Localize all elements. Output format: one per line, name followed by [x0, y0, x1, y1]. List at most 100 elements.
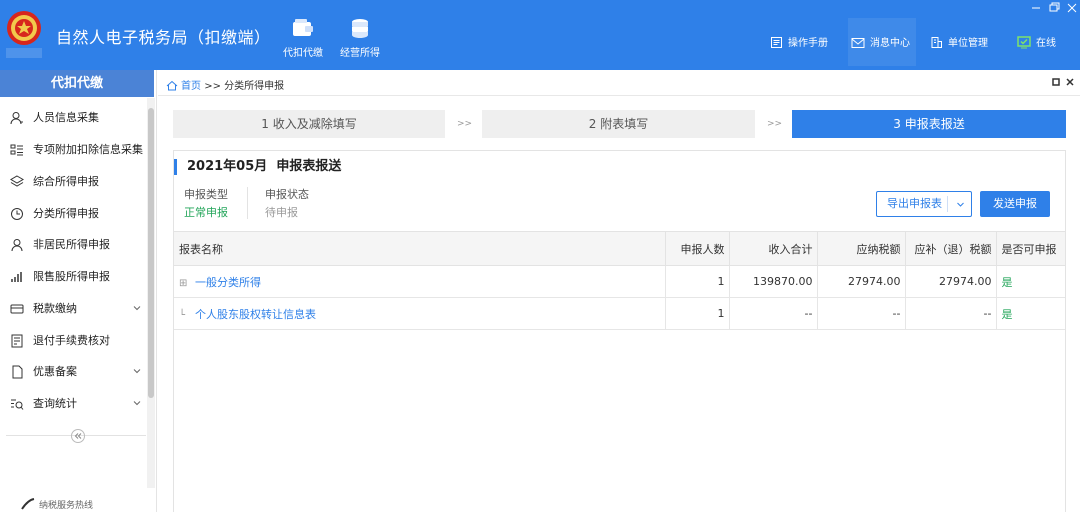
column-header-income: 收入合计: [729, 231, 818, 266]
step-separator: >>: [767, 119, 783, 129]
report-table: 报表名称 申报人数 收入合计 应纳税额 应补（退）税额 是否可申报 ⊞ 一般分类所…: [174, 231, 1065, 330]
cell-tax: --: [817, 297, 906, 330]
step-income-deduction[interactable]: 1 收入及减除填写: [173, 110, 445, 138]
close-button[interactable]: [1064, 1, 1080, 15]
sidebar-item-label: 税款缴纳: [33, 302, 77, 315]
cell-can-declare: 是: [996, 265, 1065, 298]
cell-refund: 27974.00: [905, 265, 997, 298]
square-icon: [1052, 78, 1060, 86]
declaration-type-label: 申报类型: [184, 188, 228, 201]
sidebar-item-label: 查询统计: [33, 397, 77, 410]
phone-logo-icon: [21, 498, 35, 510]
restore-button[interactable]: [1046, 1, 1062, 15]
cell-tax: 27974.00: [817, 265, 906, 298]
wallet-icon: [293, 19, 313, 36]
app-title: 自然人电子税务局（扣缴端）: [56, 28, 271, 47]
sidebar-item-comprehensive-income[interactable]: 综合所得申报: [0, 171, 148, 193]
chevron-down-icon: [133, 401, 141, 406]
report-panel: 2021年05月 申报表报送 申报类型 正常申报 申报状态 待申报 导出申报表 …: [173, 150, 1066, 512]
cell-people: 1: [665, 265, 730, 298]
sidebar-item-refund-fee[interactable]: 退付手续费核对: [0, 330, 148, 352]
restore-icon: [1049, 2, 1060, 12]
bar-chart-icon: [11, 272, 22, 282]
sidebar-item-special-deduction[interactable]: 专项附加扣除信息采集: [0, 139, 148, 161]
sidebar-item-classified-income[interactable]: 分类所得申报: [0, 203, 148, 225]
sidebar-title: 代扣代缴: [0, 70, 154, 97]
breadcrumb-bar: 首页 >> 分类所得申报: [158, 70, 1080, 96]
sidebar-item-label: 非居民所得申报: [33, 238, 110, 251]
scrollbar-thumb[interactable]: [148, 108, 154, 398]
column-header-can-declare: 是否可申报: [996, 231, 1065, 266]
column-header-report-name: 报表名称: [174, 231, 666, 266]
service-hotline-label: 纳税服务热线: [39, 501, 94, 511]
service-hotline: 纳税服务热线: [20, 498, 93, 511]
tree-expand-icon[interactable]: ⊞: [179, 278, 189, 289]
cell-income: --: [729, 297, 818, 330]
table-header-row: 报表名称 申报人数 收入合计 应纳税额 应补（退）税额 是否可申报: [174, 231, 1065, 266]
report-name-link[interactable]: 一般分类所得: [195, 276, 261, 289]
unit-management-link[interactable]: 单位管理: [930, 36, 988, 52]
tree-branch-icon: └: [179, 309, 186, 321]
step-attachment[interactable]: 2 附表填写: [482, 110, 755, 138]
sidebar-item-label: 人员信息采集: [33, 111, 99, 124]
breadcrumb-current: 分类所得申报: [224, 81, 285, 92]
online-status[interactable]: 在线: [1017, 36, 1056, 52]
breadcrumb-separator: >>: [204, 81, 221, 92]
tax-emblem-logo: [4, 6, 44, 62]
sidebar-item-preferential-filing[interactable]: 优惠备案: [0, 361, 148, 383]
chevron-down-icon: [957, 202, 964, 207]
cell-people: 1: [665, 297, 730, 330]
chevron-down-icon: [133, 369, 141, 374]
send-declaration-button[interactable]: 发送申报: [980, 191, 1050, 217]
sidebar-item-label: 优惠备案: [33, 365, 77, 378]
sidebar-item-label: 退付手续费核对: [33, 334, 110, 347]
module-withholding-label: 代扣代缴: [283, 48, 323, 59]
sidebar-item-personnel-info[interactable]: 人员信息采集: [0, 107, 148, 129]
sidebar-scrollbar[interactable]: [147, 98, 155, 488]
export-report-dropdown[interactable]: 导出申报表: [876, 191, 972, 217]
operation-manual-label: 操作手册: [788, 38, 828, 49]
sidebar-item-label: 限售股所得申报: [33, 270, 110, 283]
message-center-link[interactable]: 消息中心: [851, 36, 910, 52]
export-report-label: 导出申报表: [887, 197, 942, 210]
table-row[interactable]: ⊞ 一般分类所得 1 139870.00 27974.00 27974.00 是: [174, 265, 1065, 298]
operation-manual-link[interactable]: 操作手册: [770, 36, 828, 52]
sidebar-item-restricted-shares[interactable]: 限售股所得申报: [0, 266, 148, 288]
top-bar: 自然人电子税务局（扣缴端） 代扣代缴 经营所得 操作手册 消息中心 单位管理 在…: [0, 0, 1080, 70]
chevron-down-icon: [133, 306, 141, 311]
sidebar-item-query-statistics[interactable]: 查询统计: [0, 393, 148, 415]
meta-divider: [247, 187, 248, 219]
sidebar-item-tax-payment[interactable]: 税款缴纳: [0, 298, 148, 320]
declaration-status-value: 待申报: [265, 206, 298, 219]
step-submit-report[interactable]: 3 申报表报送: [792, 110, 1066, 138]
module-business-income-label: 经营所得: [340, 48, 380, 59]
search-list-icon: [11, 399, 24, 410]
list-icon: [10, 144, 23, 156]
close-tab-button[interactable]: [1064, 76, 1076, 88]
sidebar-item-nonresident-income[interactable]: 非居民所得申报: [0, 234, 148, 256]
minimize-button[interactable]: [1028, 1, 1044, 15]
person-outline-icon: [11, 239, 23, 252]
restore-tab-button[interactable]: [1050, 76, 1062, 88]
sidebar: 代扣代缴 人员信息采集 专项附加扣除信息采集 综合所得申报 分类所得申报 非居民…: [0, 70, 157, 512]
module-business-income[interactable]: 经营所得: [332, 16, 388, 59]
table-row[interactable]: └ 个人股东股权转让信息表 1 -- -- -- 是: [174, 297, 1065, 330]
collapse-sidebar-button[interactable]: [71, 429, 85, 443]
breadcrumb-home-link[interactable]: 首页: [181, 81, 201, 92]
step-separator: >>: [457, 119, 473, 129]
report-period: 2021年05月: [187, 159, 268, 174]
close-icon: [1066, 78, 1074, 86]
sidebar-item-label: 综合所得申报: [33, 175, 99, 188]
cell-can-declare: 是: [996, 297, 1065, 330]
manual-icon: [771, 37, 782, 48]
cell-refund: --: [905, 297, 997, 330]
double-chevron-left-icon: [74, 433, 82, 439]
cell-income: 139870.00: [729, 265, 818, 298]
document-icon: [12, 365, 23, 379]
module-withholding[interactable]: 代扣代缴: [275, 16, 331, 59]
column-header-tax: 应纳税额: [817, 231, 906, 266]
column-header-people: 申报人数: [665, 231, 730, 266]
sidebar-item-label: 专项附加扣除信息采集: [33, 143, 143, 156]
person-icon: [10, 112, 23, 125]
report-name-link[interactable]: 个人股东股权转让信息表: [195, 308, 316, 321]
